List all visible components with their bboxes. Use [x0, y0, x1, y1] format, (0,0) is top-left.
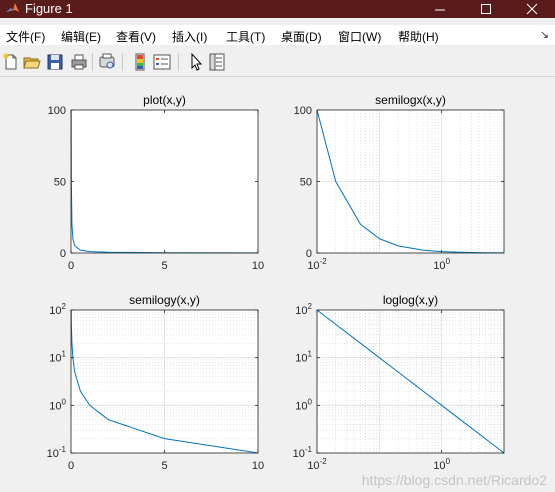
subplot-semilogx: 10-2 100050100semilogx(x,y): [294, 93, 505, 272]
y-tick-label: 50: [300, 177, 312, 189]
y-tick-label: 101: [295, 350, 312, 365]
figure-toolbar: [0, 48, 555, 77]
select-pointer-button[interactable]: [186, 52, 206, 72]
menu-help[interactable]: 帮助(H): [398, 28, 439, 45]
window-titlebar: Figure 1: [0, 0, 555, 18]
x-tick-label: 100: [433, 457, 450, 472]
y-tick-label: 101: [49, 350, 66, 365]
close-icon: [526, 3, 538, 15]
new-figure-icon: [3, 53, 17, 70]
subplot-grid: 0 5 10050100plot(x,y)10-2 100050100semilogx…: [47, 93, 505, 472]
x-tick-label: 5: [161, 460, 167, 472]
y-tick-label: 10-1: [47, 445, 67, 460]
menu-file[interactable]: 文件(F): [6, 28, 45, 45]
window-title: Figure 1: [25, 1, 73, 16]
y-tick-label: 100: [295, 397, 312, 412]
matlab-logo-icon: [6, 3, 19, 12]
y-tick-label: 100: [294, 105, 312, 117]
legend-icon: [153, 54, 171, 70]
toolbar-separator: [178, 53, 179, 71]
y-tick-label: 50: [54, 177, 66, 189]
y-tick-label: 102: [49, 302, 66, 317]
legend-button[interactable]: [152, 52, 172, 72]
minimize-button[interactable]: [417, 0, 463, 18]
x-tick-label: 10-2: [307, 457, 327, 472]
x-tick-label: 0: [68, 260, 74, 272]
menu-tools[interactable]: 工具(T): [226, 28, 265, 45]
subplot-title: semilogy(x,y): [129, 293, 200, 307]
y-tick-label: 10-1: [293, 445, 313, 460]
print-preview-icon: [99, 53, 115, 69]
toolbar-separator: [122, 53, 123, 71]
save-button[interactable]: [45, 52, 65, 72]
property-inspector-icon: [209, 53, 225, 71]
figure-canvas: 0 5 10 0 50 100 plot(x,y) 10-2 100 0 50 100 semilogx…: [0, 77, 555, 492]
subplot-title: plot(x,y): [143, 93, 186, 107]
maximize-button[interactable]: [463, 0, 509, 18]
x-tick-label: 10: [252, 260, 264, 272]
x-tick-label: 100: [433, 257, 450, 272]
select-pointer-icon: [191, 52, 203, 71]
menu-desktop[interactable]: 桌面(D): [281, 28, 322, 45]
minimize-icon: [435, 9, 445, 11]
close-button[interactable]: [509, 0, 555, 18]
menu-view[interactable]: 查看(V): [116, 28, 156, 45]
x-tick-label: 0: [68, 460, 74, 472]
x-tick-label: 10: [252, 460, 264, 472]
axes-background: [71, 110, 258, 253]
print-preview-button[interactable]: [97, 52, 117, 72]
watermark-text: https://blog.csdn.net/Ricardo2: [361, 472, 547, 488]
subplot-plot: 0 5 10050100plot(x,y): [48, 93, 264, 272]
property-inspector-button[interactable]: [207, 52, 227, 72]
print-button[interactable]: [69, 52, 89, 72]
menu-insert[interactable]: 插入(I): [172, 28, 207, 45]
toolbar-separator: [92, 53, 93, 71]
new-figure-button[interactable]: [1, 52, 21, 72]
colorbar-icon: [135, 53, 145, 71]
menubar: 文件(F) 编辑(E) 查看(V) 插入(I) 工具(T) 桌面(D) 窗口(W…: [0, 25, 555, 45]
y-tick-label: 102: [295, 302, 312, 317]
open-file-button[interactable]: [22, 52, 42, 72]
subplot-title: semilogx(x,y): [375, 93, 446, 107]
subplot-loglog: 10-2 100 10-1 100 101 102 loglog(x,y): [293, 293, 505, 472]
y-tick-label: 0: [60, 248, 66, 260]
menu-window[interactable]: 窗口(W): [338, 28, 381, 45]
subplot-title: loglog(x,y): [383, 293, 438, 307]
y-tick-label: 100: [49, 397, 66, 412]
subplot-semilogy: 0 5 10 10-1 100 101 102 semilogy(x,y): [47, 293, 265, 472]
print-icon: [71, 54, 87, 70]
menubar-overflow-arrow-icon[interactable]: ↘: [540, 28, 549, 41]
open-file-icon: [23, 57, 41, 69]
menu-edit[interactable]: 编辑(E): [61, 28, 101, 45]
maximize-icon: [481, 4, 491, 14]
colorbar-button[interactable]: [130, 52, 150, 72]
x-tick-label: 5: [161, 260, 167, 272]
y-tick-label: 0: [306, 248, 312, 260]
y-tick-label: 100: [48, 105, 66, 117]
save-icon: [47, 54, 63, 70]
